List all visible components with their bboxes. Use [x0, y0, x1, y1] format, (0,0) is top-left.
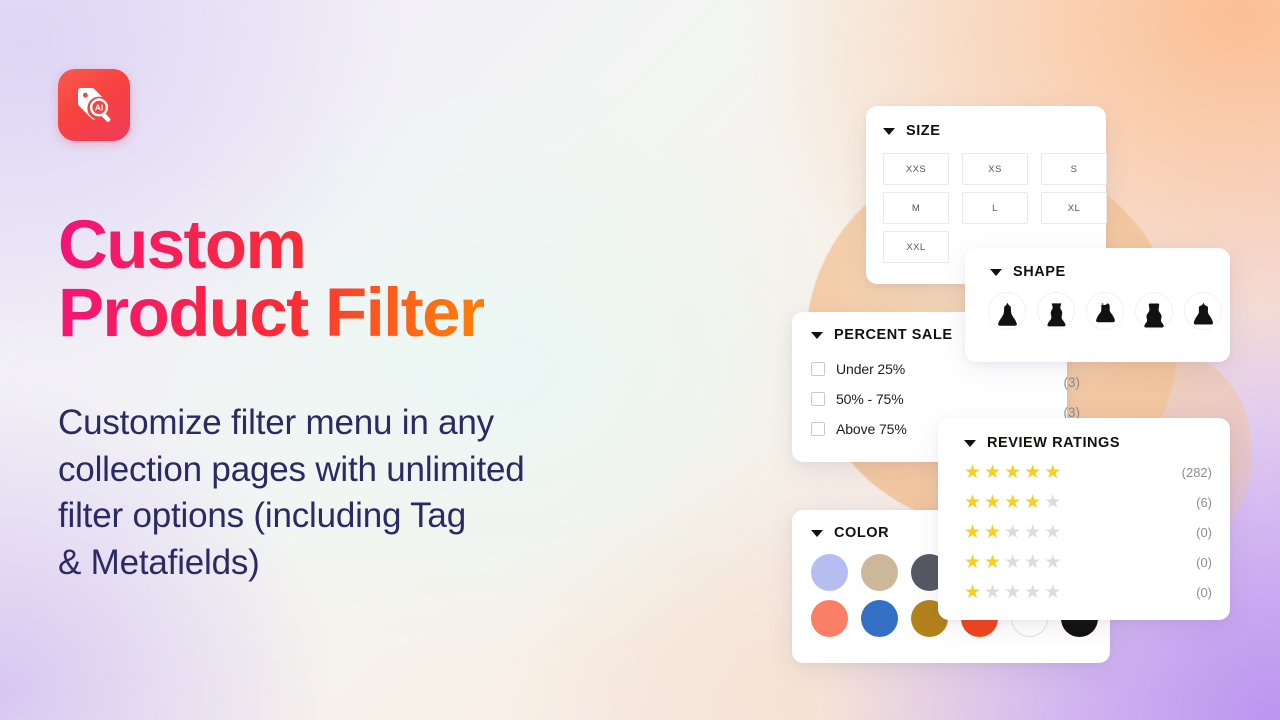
star-icon: ★ [1004, 491, 1022, 513]
logo-ai-text: AI [95, 103, 104, 113]
dress-skater-icon [1096, 303, 1115, 323]
card-title-color: COLOR [834, 525, 890, 541]
size-option[interactable]: XS [962, 153, 1028, 185]
checkbox-icon[interactable] [811, 422, 825, 436]
app-logo: AI [58, 69, 130, 141]
star-icon: ★ [1044, 521, 1062, 543]
star-rating: ★ ★ ★ ★ ★ [964, 583, 1061, 602]
ai-tag-search-icon: AI [77, 88, 111, 122]
percent-sale-count: (3) [1063, 375, 1081, 390]
size-option[interactable]: XL [1041, 192, 1107, 224]
star-icon: ★ [964, 521, 982, 543]
checkbox-icon[interactable] [811, 362, 825, 376]
star-icon: ★ [1044, 491, 1062, 513]
percent-sale-option[interactable]: 50% - 75% [811, 384, 1053, 414]
star-icon: ★ [1004, 551, 1022, 573]
card-title-review-ratings: REVIEW RATINGS [987, 435, 1121, 451]
review-rating-count: (0) [1196, 524, 1212, 540]
star-rating: ★ ★ ★ ★ ★ [964, 523, 1061, 542]
card-title-size: SIZE [906, 123, 941, 139]
caret-down-icon[interactable] [811, 529, 823, 537]
size-option[interactable]: XXL [883, 231, 949, 263]
shape-option-row [965, 280, 1230, 330]
star-icon: ★ [1004, 521, 1022, 543]
star-icon: ★ [1044, 461, 1062, 483]
color-swatch[interactable] [811, 554, 861, 591]
dress-a-line-icon [998, 303, 1017, 326]
card-title-percent-sale: PERCENT SALE [834, 327, 953, 343]
review-rating-row[interactable]: ★ ★ ★ ★ ★ (0) [964, 517, 1212, 547]
star-icon: ★ [1004, 461, 1022, 483]
checkbox-icon[interactable] [811, 392, 825, 406]
star-icon: ★ [964, 461, 982, 483]
star-icon: ★ [1024, 461, 1042, 483]
star-icon: ★ [984, 521, 1002, 543]
star-rating: ★ ★ ★ ★ ★ [964, 463, 1061, 482]
filter-card-review-ratings: REVIEW RATINGS ★ ★ ★ ★ ★ (282) ★ ★ ★ ★ ★ (6) ★ ★ ★ ★ ★ (0… [938, 418, 1230, 620]
star-icon: ★ [1044, 581, 1062, 603]
star-icon: ★ [1004, 581, 1022, 603]
dress-ballgown-icon [1193, 303, 1214, 325]
color-swatch-salmon[interactable] [811, 600, 848, 637]
star-rating: ★ ★ ★ ★ ★ [964, 493, 1061, 512]
review-rating-row[interactable]: ★ ★ ★ ★ ★ (0) [964, 577, 1212, 607]
shape-option[interactable] [1184, 292, 1222, 330]
star-icon: ★ [1044, 551, 1062, 573]
star-icon: ★ [964, 581, 982, 603]
color-swatch[interactable] [861, 554, 911, 591]
size-option[interactable]: L [962, 192, 1028, 224]
review-rating-row[interactable]: ★ ★ ★ ★ ★ (0) [964, 547, 1212, 577]
percent-sale-label: Above 75% [836, 421, 907, 437]
shape-option[interactable] [1086, 292, 1124, 330]
size-option-grid: XXS XS S M L XL XXL [866, 139, 1107, 263]
size-option[interactable]: M [883, 192, 949, 224]
star-icon: ★ [964, 551, 982, 573]
star-icon: ★ [984, 581, 1002, 603]
percent-sale-label: 50% - 75% [836, 391, 904, 407]
review-rating-row[interactable]: ★ ★ ★ ★ ★ (282) [964, 457, 1212, 487]
card-header-review-ratings[interactable]: REVIEW RATINGS [938, 418, 1230, 451]
page-subtitle: Customize filter menu in any collection … [58, 403, 525, 582]
size-option[interactable]: S [1041, 153, 1107, 185]
color-swatch[interactable] [811, 600, 861, 637]
star-icon: ★ [984, 491, 1002, 513]
card-header-size[interactable]: SIZE [866, 106, 1106, 139]
color-swatch-periwinkle[interactable] [811, 554, 848, 591]
color-swatch-tan[interactable] [861, 554, 898, 591]
star-icon: ★ [984, 461, 1002, 483]
review-rating-count: (0) [1196, 584, 1212, 600]
color-swatch[interactable] [861, 600, 911, 637]
star-icon: ★ [984, 551, 1002, 573]
card-title-shape: SHAPE [1013, 264, 1066, 280]
shape-option[interactable] [1135, 292, 1173, 330]
star-icon: ★ [1024, 491, 1042, 513]
caret-down-icon[interactable] [964, 439, 976, 447]
caret-down-icon[interactable] [883, 127, 895, 135]
review-ratings-list: ★ ★ ★ ★ ★ (282) ★ ★ ★ ★ ★ (6) ★ ★ ★ ★ ★ (0) ★ ★ ★ ★ ★ (0) ★ ★ ★ ★ ★(… [938, 451, 1230, 607]
star-rating: ★ ★ ★ ★ ★ [964, 553, 1061, 572]
review-rating-count: (0) [1196, 554, 1212, 570]
star-icon: ★ [1024, 521, 1042, 543]
size-option[interactable]: XXS [883, 153, 949, 185]
card-header-shape[interactable]: SHAPE [965, 248, 1230, 280]
filter-card-shape: SHAPE [965, 248, 1230, 362]
review-rating-count: (282) [1181, 464, 1212, 480]
caret-down-icon[interactable] [990, 268, 1002, 276]
dress-bodycon-icon [1144, 303, 1164, 328]
shape-option[interactable] [988, 292, 1026, 330]
star-icon: ★ [964, 491, 982, 513]
percent-sale-label: Under 25% [836, 361, 906, 377]
review-rating-row[interactable]: ★ ★ ★ ★ ★ (6) [964, 487, 1212, 517]
page-title: Custom Product Filter [58, 206, 486, 351]
star-icon: ★ [1024, 581, 1042, 603]
caret-down-icon[interactable] [811, 331, 823, 339]
review-rating-count: (6) [1196, 494, 1212, 510]
star-icon: ★ [1024, 551, 1042, 573]
color-swatch-blue[interactable] [861, 600, 898, 637]
dress-fit-flare-icon [1047, 303, 1066, 327]
shape-option[interactable] [1037, 292, 1075, 330]
